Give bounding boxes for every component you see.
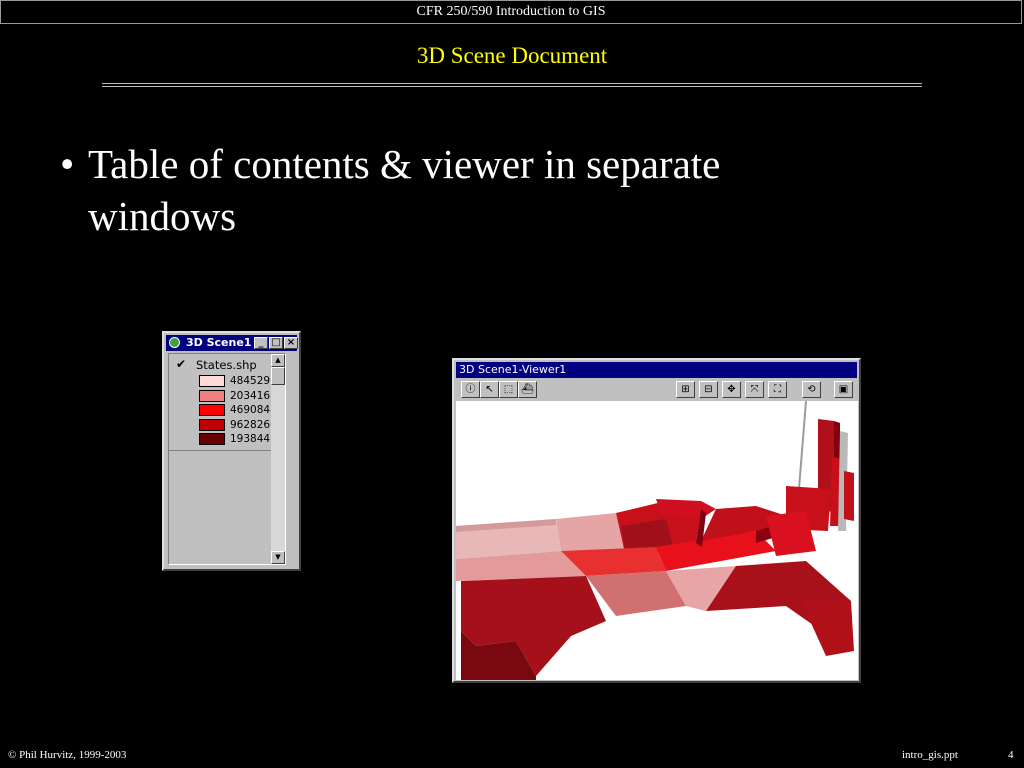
bullet-dot: •	[60, 141, 75, 187]
pan-icon[interactable]: ✥	[722, 381, 741, 398]
toc-separator	[169, 450, 271, 451]
globe-icon	[169, 337, 180, 348]
viewer-toolbar: ⓘ ↖ ⬚ ⛴ ⊞ ⊟ ✥ ⤧ ⛶ ⟲ ▣	[456, 379, 857, 401]
minimize-button[interactable]: _	[254, 337, 268, 349]
bullet-item: • Table of contents & viewer in separate…	[60, 138, 860, 242]
extruded-states-map	[456, 401, 854, 680]
vertical-scrollbar[interactable]: ▲ ▼	[271, 354, 285, 564]
bullet-text: Table of contents & viewer in separate w…	[88, 141, 721, 239]
legend-swatch	[199, 389, 225, 402]
title-divider-bottom	[102, 86, 922, 87]
footer-page-number: 4	[1008, 749, 1014, 761]
select-icon[interactable]: ⬚	[499, 381, 518, 398]
course-header: CFR 250/590 Introduction to GIS	[0, 0, 1022, 24]
scroll-down-arrow-icon[interactable]: ▼	[271, 551, 285, 564]
viewer-window-title: 3D Scene1-Viewer1	[459, 363, 567, 376]
legend-swatch	[199, 375, 225, 387]
layer-visibility-checkbox[interactable]: ✔	[176, 358, 186, 370]
footer-filename: intro_gis.ppt	[902, 749, 958, 761]
3d-map-viewer[interactable]	[456, 401, 858, 680]
viewer-titlebar[interactable]: 3D Scene1-Viewer1	[456, 362, 857, 378]
toc-window-title: 3D Scene1	[186, 336, 252, 349]
zoom-in-icon[interactable]: ⊞	[676, 381, 695, 398]
table-of-contents[interactable]: ✔ States.shp 484529 - 1 2034168 - 469084…	[168, 353, 286, 565]
maximize-button[interactable]: □	[269, 337, 283, 349]
footer-copyright: © Phil Hurvitz, 1999-2003	[8, 749, 127, 761]
scroll-up-arrow-icon[interactable]: ▲	[271, 354, 285, 367]
pointer-icon[interactable]: ↖	[480, 381, 499, 398]
zoom-layer-icon[interactable]: ⛶	[768, 381, 787, 398]
legend-swatch	[199, 433, 225, 445]
title-divider-top	[102, 83, 922, 84]
legend-swatch	[199, 404, 225, 416]
zoom-out-icon[interactable]: ⊟	[699, 381, 718, 398]
toc-window[interactable]: 3D Scene1 _ □ × ✔ States.shp 484529 - 1 …	[162, 331, 301, 571]
scroll-thumb[interactable]	[271, 367, 285, 385]
full-extent-icon[interactable]: ⤧	[745, 381, 764, 398]
close-button[interactable]: ×	[284, 337, 298, 349]
legend-swatch	[199, 418, 225, 431]
save-icon[interactable]: ▣	[834, 381, 853, 398]
rotate-icon[interactable]: ⟲	[802, 381, 821, 398]
slide-title: 3D Scene Document	[416, 43, 608, 68]
layer-name[interactable]: States.shp	[196, 358, 257, 372]
info-icon[interactable]: ⓘ	[461, 381, 480, 398]
viewer-window[interactable]: 3D Scene1-Viewer1 ⓘ ↖ ⬚ ⛴ ⊞ ⊟ ✥ ⤧ ⛶ ⟲ ▣	[452, 358, 861, 683]
navigate-icon[interactable]: ⛴	[518, 381, 537, 398]
toc-titlebar[interactable]: 3D Scene1 _ □ ×	[166, 335, 298, 351]
